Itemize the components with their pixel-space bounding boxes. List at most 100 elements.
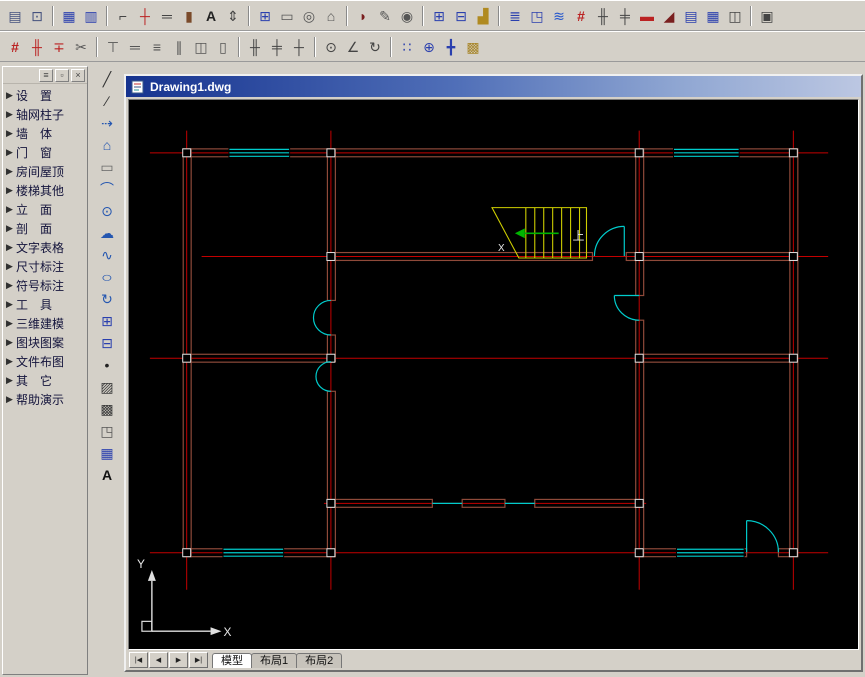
drawing-canvas[interactable]: X 上 X Y [128,99,859,650]
block-box-icon[interactable]: ▩ [462,36,484,57]
sidebar-item[interactable]: ▶帮助演示 [3,390,87,409]
circle-icon[interactable]: ⊙ [95,200,119,222]
cut-icon[interactable]: ✂ [70,36,92,57]
axis-hash-icon[interactable]: # [570,5,592,26]
point-icon[interactable]: • [95,354,119,376]
pane-icon[interactable]: ◫ [724,5,746,26]
ruler-icon[interactable]: ▭ [276,5,298,26]
shade-view-icon[interactable]: ◗ [352,5,374,26]
document-titlebar[interactable]: Drawing1.dwg [126,76,861,97]
rotate-mark-icon[interactable]: ↻ [364,36,386,57]
double-wall-icon[interactable]: ═ [156,5,178,26]
cell-box-icon[interactable]: ⊟ [450,5,472,26]
wall-draw-icon[interactable]: ⊤ [102,36,124,57]
cloud-icon[interactable]: ☁ [95,222,119,244]
dim-style-icon[interactable]: ⇕ [222,5,244,26]
red-bar-icon[interactable]: ▬ [636,5,658,26]
small-grid-icon[interactable]: ▦ [702,5,724,26]
axis-annotate-icon[interactable]: ╫ [26,36,48,57]
layout-frame-icon[interactable]: ◳ [526,5,548,26]
tab-layout1[interactable]: 布局1 [251,653,297,668]
wall-double-icon[interactable]: ═ [124,36,146,57]
target-box-icon[interactable]: ▣ [756,5,778,26]
axis-create-icon[interactable]: # [4,36,26,57]
form-grid-icon[interactable]: ⊞ [428,5,450,26]
rectangle-icon[interactable]: ▭ [95,156,119,178]
polygon-icon[interactable]: ⌂ [95,134,119,156]
slope-mark-icon[interactable]: ∠ [342,36,364,57]
line-icon[interactable]: ╱ [95,68,119,90]
sidebar-item[interactable]: ▶轴网柱子 [3,105,87,124]
double-line-icon[interactable]: ∕ [95,90,119,112]
eye-view-icon[interactable]: ◉ [396,5,418,26]
elevation-icon[interactable]: ◢ [658,5,680,26]
move-target-icon[interactable]: ⊕ [418,36,440,57]
tab-layout2[interactable]: 布局2 [296,653,342,668]
sheet-table-icon[interactable]: ▥ [80,5,102,26]
doc-table-icon[interactable]: ▤ [680,5,702,26]
sidebar-item[interactable]: ▶剖 面 [3,219,87,238]
tab-next-button[interactable]: ▶ [169,652,188,668]
sidebar-item[interactable]: ▶门 窗 [3,143,87,162]
sidebar-item[interactable]: ▶三维建模 [3,314,87,333]
define-block-icon[interactable]: ⊟ [95,332,119,354]
sidebar-item[interactable]: ▶尺寸标注 [3,257,87,276]
dim-ticks-icon[interactable]: ╫ [244,36,266,57]
list-sheet-icon[interactable]: ≣ [504,5,526,26]
tab-model[interactable]: 模型 [212,653,252,668]
floor-plan[interactable]: X 上 X Y [129,100,858,649]
wall-equalize-icon[interactable]: ≡ [146,36,168,57]
raster-image-icon[interactable]: ◳ [95,420,119,442]
sidebar-item[interactable]: ▶楼梯其他 [3,181,87,200]
sidebar-item[interactable]: ▶文件布图 [3,352,87,371]
tab-previous-button[interactable]: ◀ [149,652,168,668]
sidebar-item[interactable]: ▶设 置 [3,86,87,105]
spline-arrow-icon[interactable]: ⇢ [95,112,119,134]
column-icon[interactable]: ▮ [178,5,200,26]
rotate-icon[interactable]: ↻ [95,288,119,310]
day-schedule-icon[interactable]: ▦ [58,5,80,26]
align-dim-icon[interactable]: ╪ [614,5,636,26]
sidebar-item[interactable]: ▶房间屋顶 [3,162,87,181]
edit-sheet-icon[interactable]: ✎ [374,5,396,26]
solid-hatch-icon[interactable]: ▩ [95,398,119,420]
text-icon[interactable]: A [95,464,119,486]
open-drawing-icon[interactable]: ▤ [4,5,26,26]
arc-icon[interactable]: ⌒ [95,178,119,200]
house-icon[interactable]: ⌂ [320,5,342,26]
wall-door-icon[interactable]: ▯ [212,36,234,57]
insert-block-icon[interactable]: ⊞ [95,310,119,332]
roll-icon[interactable]: ◎ [298,5,320,26]
tab-first-button[interactable]: |◀ [129,652,148,668]
wave-line-icon[interactable]: ∿ [95,244,119,266]
sidebar-item[interactable]: ▶其 它 [3,371,87,390]
close-icon[interactable]: × [71,69,85,82]
symmetry-icon[interactable]: ∷ [396,36,418,57]
leader-line-icon[interactable]: ⌐ [112,5,134,26]
axis-trim-icon[interactable]: ∓ [48,36,70,57]
tab-last-button[interactable]: ▶| [189,652,208,668]
pin-icon[interactable]: ▫ [55,69,69,82]
layers-icon[interactable]: ≋ [548,5,570,26]
axis-cross-icon[interactable]: ┼ [134,5,156,26]
insert-column-grid-icon[interactable]: ╫ [592,5,614,26]
dim-chain-icon[interactable]: ╪ [266,36,288,57]
sidebar-item[interactable]: ▶符号标注 [3,276,87,295]
ellipse-icon[interactable]: ○ [90,266,125,288]
grip-icon[interactable]: ≡ [39,69,53,82]
sidebar-item[interactable]: ▶图块图案 [3,333,87,352]
circle-mark-icon[interactable]: ⊙ [320,36,342,57]
hatch-icon[interactable]: ▨ [95,376,119,398]
sidebar-item[interactable]: ▶墙 体 [3,124,87,143]
table-icon[interactable]: ▦ [95,442,119,464]
text-style-icon[interactable]: A [200,5,222,26]
sidebar-item[interactable]: ▶立 面 [3,200,87,219]
window-grid-icon[interactable]: ⊞ [254,5,276,26]
stats-icon[interactable]: ▟ [472,5,494,26]
wall-window-icon[interactable]: ◫ [190,36,212,57]
wall-align-icon[interactable]: ∥ [168,36,190,57]
zoom-preview-icon[interactable]: ⊡ [26,5,48,26]
dim-quick-icon[interactable]: ┼ [288,36,310,57]
cross-move-icon[interactable]: ╋ [440,36,462,57]
sidebar-item[interactable]: ▶工 具 [3,295,87,314]
